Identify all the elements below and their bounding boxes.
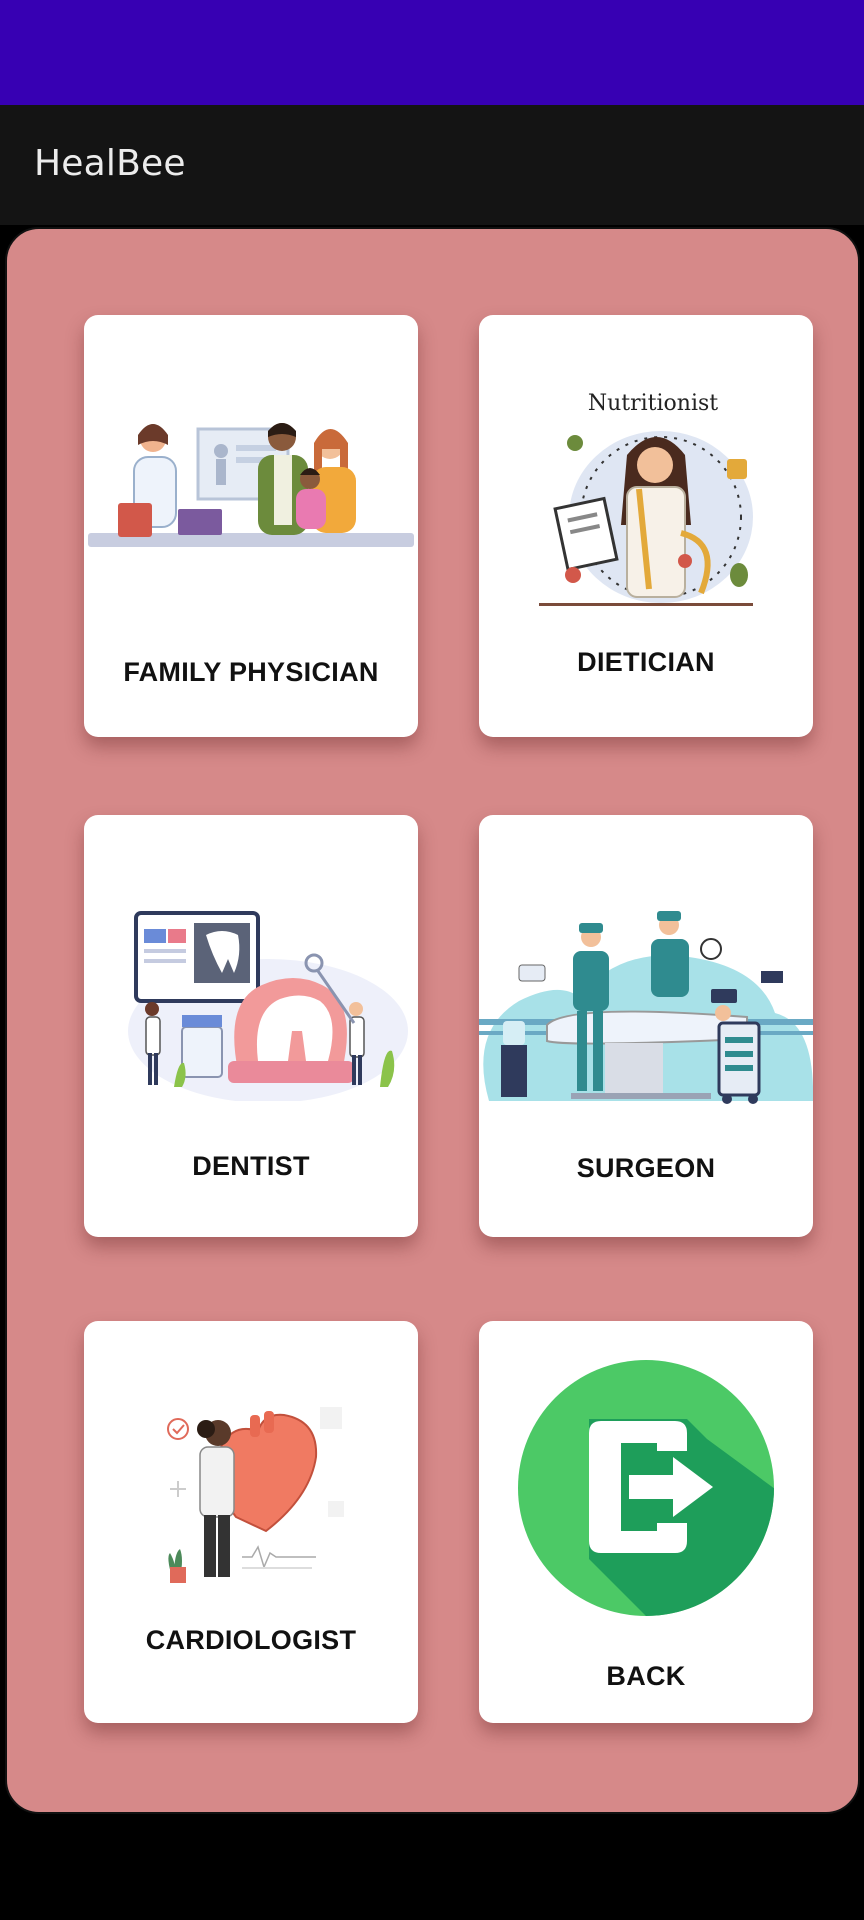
dentist-card[interactable]: DENTIST xyxy=(84,815,418,1237)
dentist-label: DENTIST xyxy=(192,1151,310,1181)
family-physician-label: FAMILY PHYSICIAN xyxy=(123,657,379,687)
back-label: BACK xyxy=(606,1661,686,1691)
cardiologist-label: CARDIOLOGIST xyxy=(145,1625,357,1655)
nutritionist-caption: Nutritionist xyxy=(587,391,719,416)
exit-icon xyxy=(518,1360,774,1616)
surgeon-card[interactable]: SURGEON xyxy=(479,815,813,1237)
family-physician-illustration xyxy=(88,423,414,547)
cardiologist-card[interactable]: CARDIOLOGIST xyxy=(84,1321,418,1723)
surgeon-label: SURGEON xyxy=(576,1153,716,1183)
dietician-card[interactable]: Nutritionist DIETICIAN xyxy=(479,315,813,737)
content-panel: FAMILY PHYSICIAN Nutritionist DIETICIAN xyxy=(5,227,860,1814)
family-physician-card[interactable]: FAMILY PHYSICIAN xyxy=(84,315,418,737)
surgeon-illustration xyxy=(479,911,813,1104)
app-bar: HealBee xyxy=(0,105,864,225)
app-title: HealBee xyxy=(34,143,186,184)
nutritionist-illustration xyxy=(539,431,753,606)
status-bar xyxy=(0,0,864,105)
navigation-bar xyxy=(0,1818,864,1920)
back-card[interactable]: BACK xyxy=(479,1321,813,1723)
heart-illustration xyxy=(167,1407,344,1583)
dietician-label: DIETICIAN xyxy=(577,647,715,677)
dentist-illustration xyxy=(128,911,408,1101)
